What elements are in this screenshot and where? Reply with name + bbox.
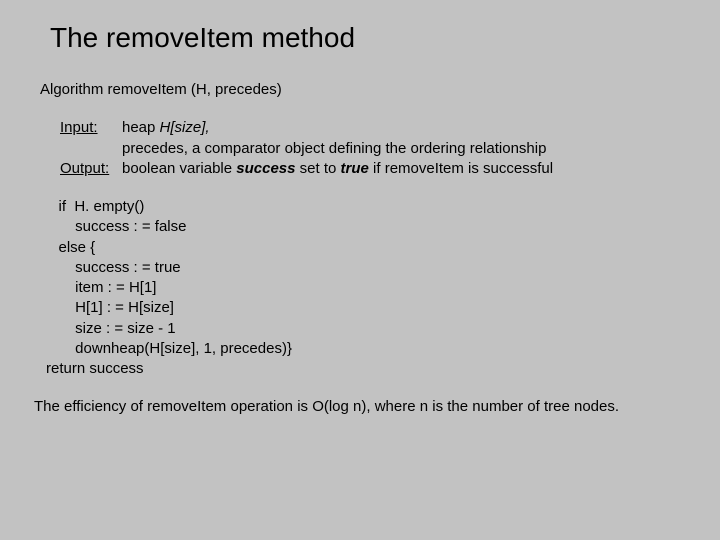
slide-title: The removeItem method xyxy=(50,22,680,54)
input-row: Input: heap H[size], xyxy=(60,118,680,138)
output-true: true xyxy=(341,160,369,177)
pseudocode: if H. empty() success : = false else { s… xyxy=(46,197,680,379)
output-pre1: boolean variable xyxy=(122,160,236,177)
input-value-line2: precedes, a comparator object defining t… xyxy=(122,139,546,159)
output-value: boolean variable success set to true if … xyxy=(122,159,553,179)
algorithm-header: Algorithm removeItem (H, precedes) xyxy=(40,80,680,100)
output-label: Output: xyxy=(60,159,122,179)
output-success: success xyxy=(236,160,295,177)
slide-content: Algorithm removeItem (H, precedes) Input… xyxy=(40,80,680,418)
input-label: Input: xyxy=(60,118,122,138)
output-post: if removeItem is successful xyxy=(369,160,553,177)
io-block: Input: heap H[size], precedes, a compara… xyxy=(60,118,680,179)
efficiency-note: The efficiency of removeItem operation i… xyxy=(34,397,680,417)
input-line1-pre: heap xyxy=(122,119,160,136)
input-line1-em: H[size], xyxy=(160,119,210,136)
output-mid: set to xyxy=(295,160,340,177)
output-row: Output: boolean variable success set to … xyxy=(60,159,680,179)
input-row-2: precedes, a comparator object defining t… xyxy=(60,139,680,159)
slide: The removeItem method Algorithm removeIt… xyxy=(0,0,720,418)
input-value-line1: heap H[size], xyxy=(122,118,210,138)
